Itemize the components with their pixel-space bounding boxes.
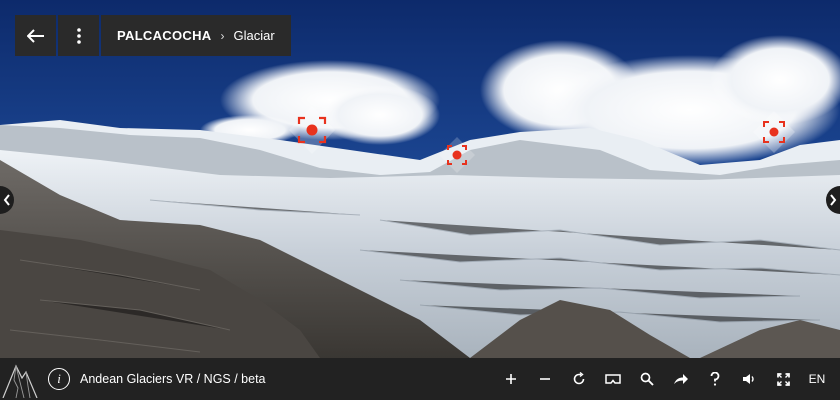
focus-target-icon xyxy=(289,106,335,154)
vr-mode-button[interactable] xyxy=(596,358,630,400)
chevron-left-icon xyxy=(3,194,10,206)
zoom-out-button[interactable] xyxy=(528,358,562,400)
share-icon xyxy=(674,374,688,384)
info-button[interactable]: i xyxy=(48,368,70,390)
toolbar-controls: EN xyxy=(494,358,834,400)
breadcrumb: PALCACOCHA › Glaciar xyxy=(101,15,291,56)
chevron-right-icon xyxy=(830,194,837,206)
rotate-button[interactable] xyxy=(562,358,596,400)
back-button[interactable] xyxy=(15,15,56,56)
mountain-logo-icon xyxy=(0,358,40,400)
share-button[interactable] xyxy=(664,358,698,400)
focus-target-icon xyxy=(753,111,795,153)
help-icon xyxy=(710,372,720,386)
hotspot-1[interactable] xyxy=(287,104,337,156)
volume-button[interactable] xyxy=(732,358,766,400)
vr-headset-icon xyxy=(605,374,621,384)
vertical-dots-icon xyxy=(76,27,81,44)
menu-button[interactable] xyxy=(58,15,99,56)
hotspot-2[interactable] xyxy=(438,136,476,174)
zoom-out-icon xyxy=(540,378,550,380)
hotspot-3[interactable] xyxy=(752,110,796,154)
language-selector[interactable]: EN xyxy=(800,358,834,400)
breadcrumb-root[interactable]: PALCACOCHA xyxy=(117,28,211,43)
bottom-toolbar: i Andean Glaciers VR / NGS / beta EN xyxy=(0,358,840,400)
focus-target-icon xyxy=(439,137,475,173)
breadcrumb-separator: › xyxy=(220,28,225,43)
arrow-left-icon xyxy=(26,28,44,43)
fullscreen-button[interactable] xyxy=(766,358,800,400)
breadcrumb-current: Glaciar xyxy=(233,28,275,43)
volume-icon xyxy=(742,374,754,384)
zoom-in-button[interactable] xyxy=(494,358,528,400)
search-icon xyxy=(640,372,654,386)
fullscreen-icon xyxy=(776,372,790,386)
help-button[interactable] xyxy=(698,358,732,400)
rotate-icon xyxy=(573,372,585,385)
search-button[interactable] xyxy=(630,358,664,400)
top-bar: PALCACOCHA › Glaciar xyxy=(15,15,291,56)
app-title: Andean Glaciers VR / NGS / beta xyxy=(80,372,266,386)
zoom-in-icon xyxy=(506,374,516,384)
